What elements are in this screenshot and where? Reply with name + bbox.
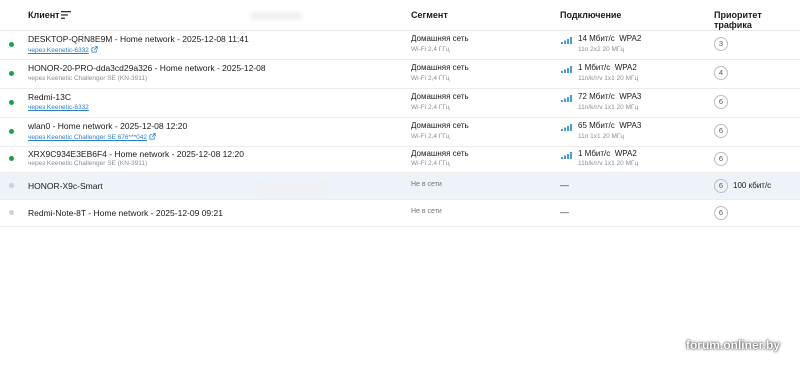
segment-name: Домашняя сеть — [411, 63, 469, 72]
column-segment-header: Сегмент — [411, 10, 448, 20]
wifi-signal-icon — [561, 95, 572, 102]
external-link-icon — [91, 46, 98, 53]
wifi-signal-icon — [561, 66, 572, 73]
connection-speed: 72 Мбит/с WPA3 — [578, 92, 642, 101]
segment-band: Wi-Fi 2,4 ГГц — [411, 104, 450, 111]
segment-status: Не в сети — [411, 208, 442, 215]
segment-name: Домашняя сеть — [411, 149, 469, 158]
connection-mode: 11n/k/r/v 1x1 20 МГц — [578, 75, 639, 82]
device-name: HONOR-20-PRO-dda3cd29a326 - Home network… — [28, 63, 266, 73]
device-name: Redmi-Note-8T - Home network - 2025-12-0… — [28, 208, 223, 218]
connection-mode: 11b/k/r/v 1x1 20 МГц — [578, 160, 639, 167]
connection-mode: 11n/k/r/v 1x1 20 МГц — [578, 104, 639, 111]
table-row[interactable]: Redmi-13C через Keenetic-6332 Домашняя с… — [0, 89, 800, 118]
table-header: Клиент Сегмент Подключение Приоритет тра… — [0, 0, 800, 31]
table-row[interactable]: Redmi-Note-8T - Home network - 2025-12-0… — [0, 200, 800, 227]
device-name: Redmi-13C — [28, 92, 71, 102]
segment-name: Домашняя сеть — [411, 92, 469, 101]
priority-badge[interactable]: 6 — [714, 206, 728, 220]
table-row[interactable]: wlan0 - Home network - 2025-12-08 12:20 … — [0, 118, 800, 147]
segment-band: Wi-Fi 2,4 ГГц — [411, 75, 450, 82]
redacted-area — [258, 183, 328, 191]
table-row[interactable]: XRX9C934E3EB6F4 - Home network - 2025-12… — [0, 147, 800, 173]
device-name: wlan0 - Home network - 2025-12-08 12:20 — [28, 121, 188, 131]
wifi-signal-icon — [561, 37, 572, 44]
column-connection-header: Подключение — [560, 10, 622, 20]
table-row[interactable]: HONOR-20-PRO-dda3cd29a326 - Home network… — [0, 60, 800, 89]
priority-badge[interactable]: 6 — [714, 152, 728, 166]
online-status-dot — [9, 156, 14, 161]
priority-badge[interactable]: 6 — [714, 124, 728, 138]
priority-badge[interactable]: 6 — [714, 179, 728, 193]
online-status-dot — [9, 71, 14, 76]
online-status-dot — [9, 42, 14, 47]
priority-badge[interactable]: 4 — [714, 66, 728, 80]
priority-badge[interactable]: 3 — [714, 37, 728, 51]
online-status-dot — [9, 129, 14, 134]
access-point-link[interactable]: через Keenetic-6332 — [28, 46, 98, 54]
offline-status-dot — [9, 210, 14, 215]
offline-status-dot — [9, 183, 14, 188]
segment-band: Wi-Fi 2,4 ГГц — [411, 133, 450, 140]
segment-name: Домашняя сеть — [411, 121, 469, 130]
connection-mode: 11n 1x1 20 МГц — [578, 133, 625, 140]
connection-speed: 1 Мбит/с WPA2 — [578, 149, 637, 158]
access-point-label: через Keenetic Challenger SE (KN-3911) — [28, 160, 148, 167]
segment-band: Wi-Fi 2,4 ГГц — [411, 160, 450, 167]
connection-empty: — — [560, 180, 569, 190]
redacted-area — [250, 12, 302, 20]
rate-limit: 100 кбит/с — [733, 181, 772, 190]
online-status-dot — [9, 100, 14, 105]
priority-badge[interactable]: 6 — [714, 95, 728, 109]
column-client-header[interactable]: Клиент — [28, 10, 60, 20]
segment-name: Домашняя сеть — [411, 34, 469, 43]
wifi-signal-icon — [561, 152, 572, 159]
table-row[interactable]: HONOR-X9c-Smart Не в сети — 6 100 кбит/с — [0, 173, 800, 200]
segment-band: Wi-Fi 2,4 ГГц — [411, 46, 450, 53]
device-name: HONOR-X9c-Smart — [28, 181, 103, 191]
table-row[interactable]: DESKTOP-QRN8E9M - Home network - 2025-12… — [0, 31, 800, 60]
wifi-signal-icon — [561, 124, 572, 131]
watermark: forum.onliner.by — [685, 338, 780, 352]
connection-speed: 1 Мбит/с WPA2 — [578, 63, 637, 72]
access-point-link[interactable]: через Keenetic-6332 — [28, 104, 89, 111]
connection-empty: — — [560, 207, 569, 217]
external-link-icon — [149, 133, 156, 140]
access-point-link[interactable]: через Keenetic Challenger SE 676***042 — [28, 133, 156, 141]
access-point-label: через Keenetic Challenger SE (KN-3911) — [28, 75, 148, 82]
connection-speed: 14 Мбит/с WPA2 — [578, 34, 642, 43]
segment-status: Не в сети — [411, 181, 442, 188]
device-name: DESKTOP-QRN8E9M - Home network - 2025-12… — [28, 34, 249, 44]
connection-speed: 65 Мбит/с WPA3 — [578, 121, 642, 130]
connection-mode: 11n 2x2 20 МГц — [578, 46, 625, 53]
device-name: XRX9C934E3EB6F4 - Home network - 2025-12… — [28, 149, 244, 159]
column-priority-header: Приоритет трафика — [714, 10, 762, 30]
sort-icon[interactable] — [61, 11, 71, 19]
